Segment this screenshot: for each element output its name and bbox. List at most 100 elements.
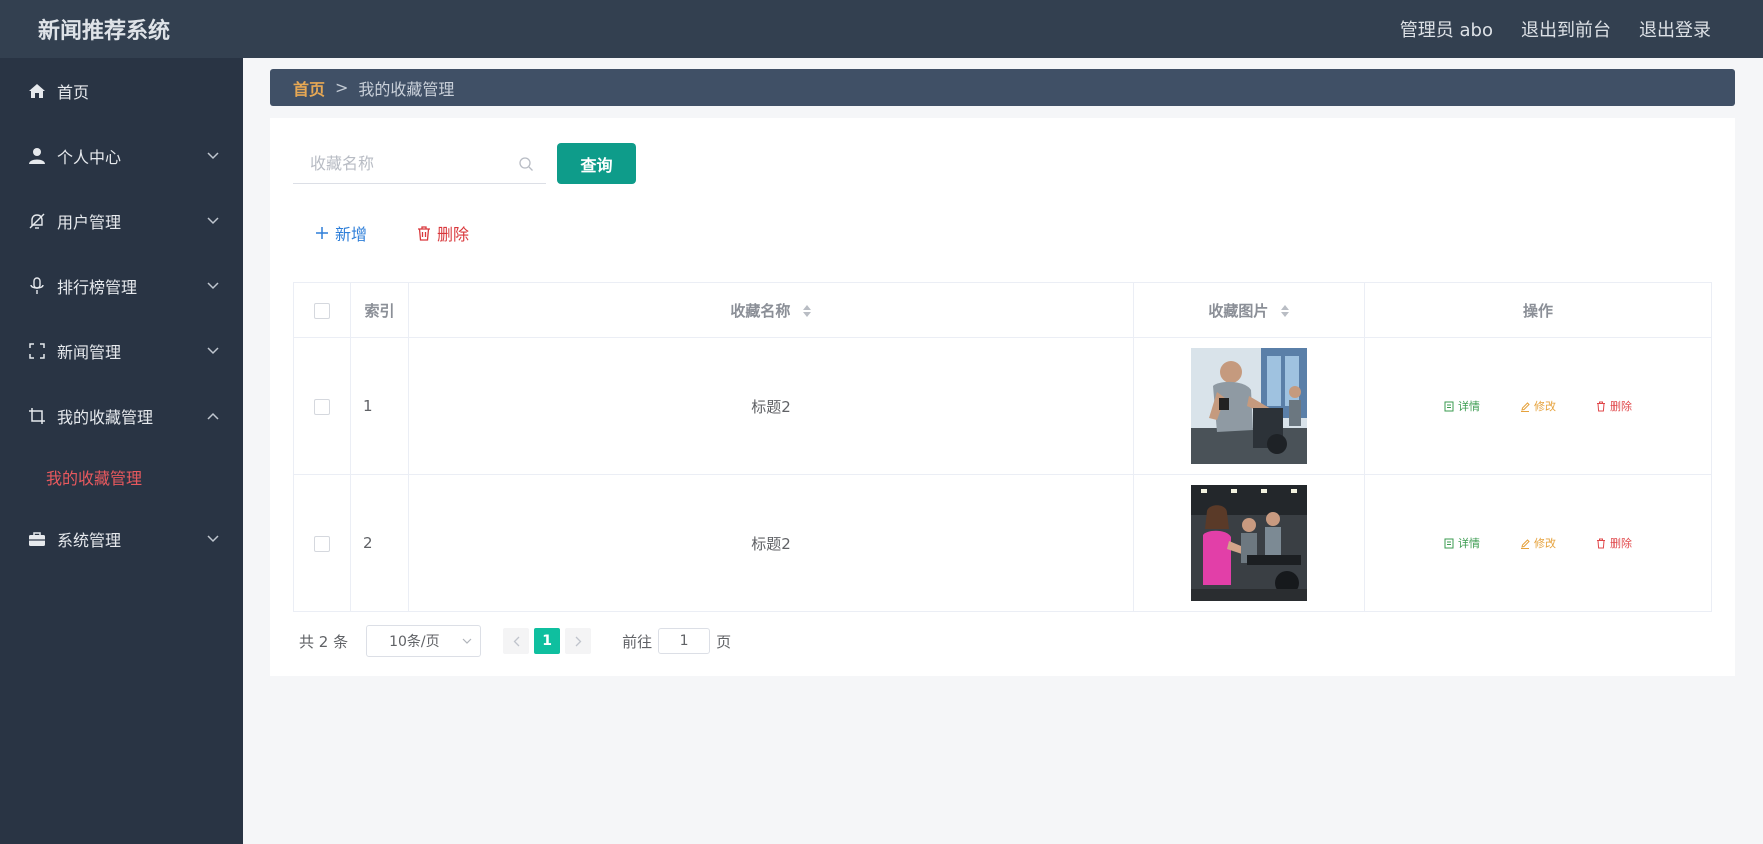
row-select-cell <box>293 474 351 612</box>
trash-icon <box>1597 401 1605 411</box>
favorite-thumbnail-image <box>1191 348 1307 464</box>
breadcrumb: 首页 > 我的收藏管理 <box>270 69 1735 106</box>
table-header-row: 索引 收藏名称 收藏图片 操作 <box>293 282 1712 338</box>
page-size-value: 10条/页 <box>389 634 440 650</box>
sidebar-item-news-management[interactable]: 新闻管理 <box>0 318 243 383</box>
top-header: 新闻推荐系统 管理员 abo 退出到前台 退出登录 <box>0 0 1763 58</box>
header-actions: 管理员 abo 退出到前台 退出登录 <box>1372 16 1711 42</box>
row-actions: 详情 修改 删除 <box>1365 398 1711 414</box>
delete-label: 删除 <box>1610 400 1632 413</box>
pencil-icon <box>1521 538 1530 549</box>
goto-page-input[interactable] <box>658 628 711 654</box>
page-size-select[interactable]: 10条/页 <box>366 625 482 657</box>
sidebar-item-ranking-management[interactable]: 排行榜管理 <box>0 253 243 318</box>
goto-page: 前往 页 <box>622 628 731 654</box>
sort-icon[interactable] <box>802 304 812 318</box>
header-image[interactable]: 收藏图片 <box>1133 282 1365 338</box>
select-all-checkbox[interactable] <box>314 302 330 319</box>
row-delete-button[interactable]: 删除 <box>1596 398 1632 414</box>
row-name: 标题2 <box>408 337 1134 475</box>
row-select-cell <box>293 337 351 475</box>
edit-label: 修改 <box>1534 400 1556 413</box>
favorite-thumbnail-image <box>1191 485 1307 601</box>
sort-icon[interactable] <box>1280 304 1290 318</box>
chevron-up-icon <box>207 412 219 420</box>
delete-button-label: 删除 <box>437 225 470 244</box>
prev-page-button[interactable] <box>503 628 530 654</box>
chevron-down-icon <box>207 346 219 354</box>
edit-button[interactable]: 修改 <box>1520 535 1556 551</box>
chevron-left-icon <box>513 636 520 646</box>
detail-label: 详情 <box>1458 537 1480 550</box>
header-name[interactable]: 收藏名称 <box>408 282 1134 338</box>
sidebar-item-label: 系统管理 <box>57 530 122 550</box>
microphone-icon <box>28 276 46 295</box>
chevron-down-icon <box>207 534 219 542</box>
next-page-button[interactable] <box>565 628 592 654</box>
detail-label: 详情 <box>1458 400 1480 413</box>
sidebar-item-label: 个人中心 <box>57 147 122 167</box>
row-image-cell <box>1133 474 1365 612</box>
crop-icon <box>28 407 46 425</box>
page-number-button[interactable]: 1 <box>534 628 561 654</box>
trash-icon <box>418 225 430 241</box>
user-icon <box>28 147 46 165</box>
sidebar-item-label: 首页 <box>57 82 90 102</box>
delete-button[interactable]: 删除 <box>417 221 469 245</box>
chevron-right-icon <box>575 636 582 646</box>
row-index: 2 <box>350 474 409 612</box>
row-ops-cell: 详情 修改 删除 <box>1364 337 1712 475</box>
table-row: 1 标题2 详情 修改 删除 <box>293 337 1712 475</box>
sidebar-item-system-management[interactable]: 系统管理 <box>0 506 243 571</box>
sidebar-item-label: 用户管理 <box>57 212 122 232</box>
briefcase-icon <box>28 530 46 548</box>
sidebar-item-user-management[interactable]: 用户管理 <box>0 188 243 253</box>
chevron-down-icon <box>207 216 219 224</box>
pagination: 共 2 条 10条/页 1 前往 页 <box>299 625 731 657</box>
sidebar-item-label: 我的收藏管理 <box>57 407 154 427</box>
sidebar-item-personal-center[interactable]: 个人中心 <box>0 123 243 188</box>
sidebar-item-label: 新闻管理 <box>57 342 122 362</box>
app-title: 新闻推荐系统 <box>38 19 171 44</box>
edit-label: 修改 <box>1534 537 1556 550</box>
table-row: 2 标题2 详情 修改 删除 <box>293 474 1712 612</box>
search-icon <box>519 157 533 171</box>
add-button-label: 新增 <box>335 225 368 244</box>
header-ops: 操作 <box>1364 282 1712 338</box>
search-input[interactable] <box>293 154 508 173</box>
logout-link[interactable]: 退出登录 <box>1639 16 1711 42</box>
chevron-down-icon <box>462 638 472 644</box>
goto-label: 前往 <box>622 632 653 651</box>
sidebar-item-my-favorites[interactable]: 我的收藏管理 <box>0 383 243 448</box>
current-user: 管理员 abo <box>1399 20 1493 41</box>
detail-button[interactable]: 详情 <box>1444 398 1480 414</box>
exit-to-front-link[interactable]: 退出到前台 <box>1521 16 1611 42</box>
sidebar-subitem-my-favorites[interactable]: 我的收藏管理 <box>0 448 243 506</box>
pencil-icon <box>1521 401 1530 412</box>
detail-button[interactable]: 详情 <box>1444 535 1480 551</box>
delete-label: 删除 <box>1610 537 1632 550</box>
edit-button[interactable]: 修改 <box>1520 398 1556 414</box>
fullscreen-icon <box>28 342 46 360</box>
pagination-total: 共 2 条 <box>299 632 349 651</box>
row-delete-button[interactable]: 删除 <box>1596 535 1632 551</box>
add-button[interactable]: 新增 <box>315 221 367 245</box>
chevron-down-icon <box>207 281 219 289</box>
row-checkbox[interactable] <box>314 398 330 415</box>
query-button[interactable]: 查询 <box>557 143 636 184</box>
sidebar-item-label: 排行榜管理 <box>57 277 138 297</box>
trash-icon <box>1597 538 1605 548</box>
sidebar-item-home[interactable]: 首页 <box>0 58 243 123</box>
row-image-cell <box>1133 337 1365 475</box>
header-index: 索引 <box>350 282 409 338</box>
favorites-table: 索引 收藏名称 收藏图片 操作 1 标题2 详情 修改 删除 2 标题2 详情 … <box>293 282 1712 612</box>
breadcrumb-separator: > <box>335 78 349 97</box>
chevron-down-icon <box>207 151 219 159</box>
document-icon <box>1444 538 1454 548</box>
breadcrumb-home-link[interactable]: 首页 <box>293 76 325 100</box>
row-name: 标题2 <box>408 474 1134 612</box>
row-checkbox[interactable] <box>314 535 330 552</box>
sidebar: 首页 个人中心 用户管理 排行榜管理 新闻管理 我的收藏管理 我的收藏管理 系统… <box>0 58 243 844</box>
bell-slash-icon <box>28 212 46 230</box>
row-ops-cell: 详情 修改 删除 <box>1364 474 1712 612</box>
